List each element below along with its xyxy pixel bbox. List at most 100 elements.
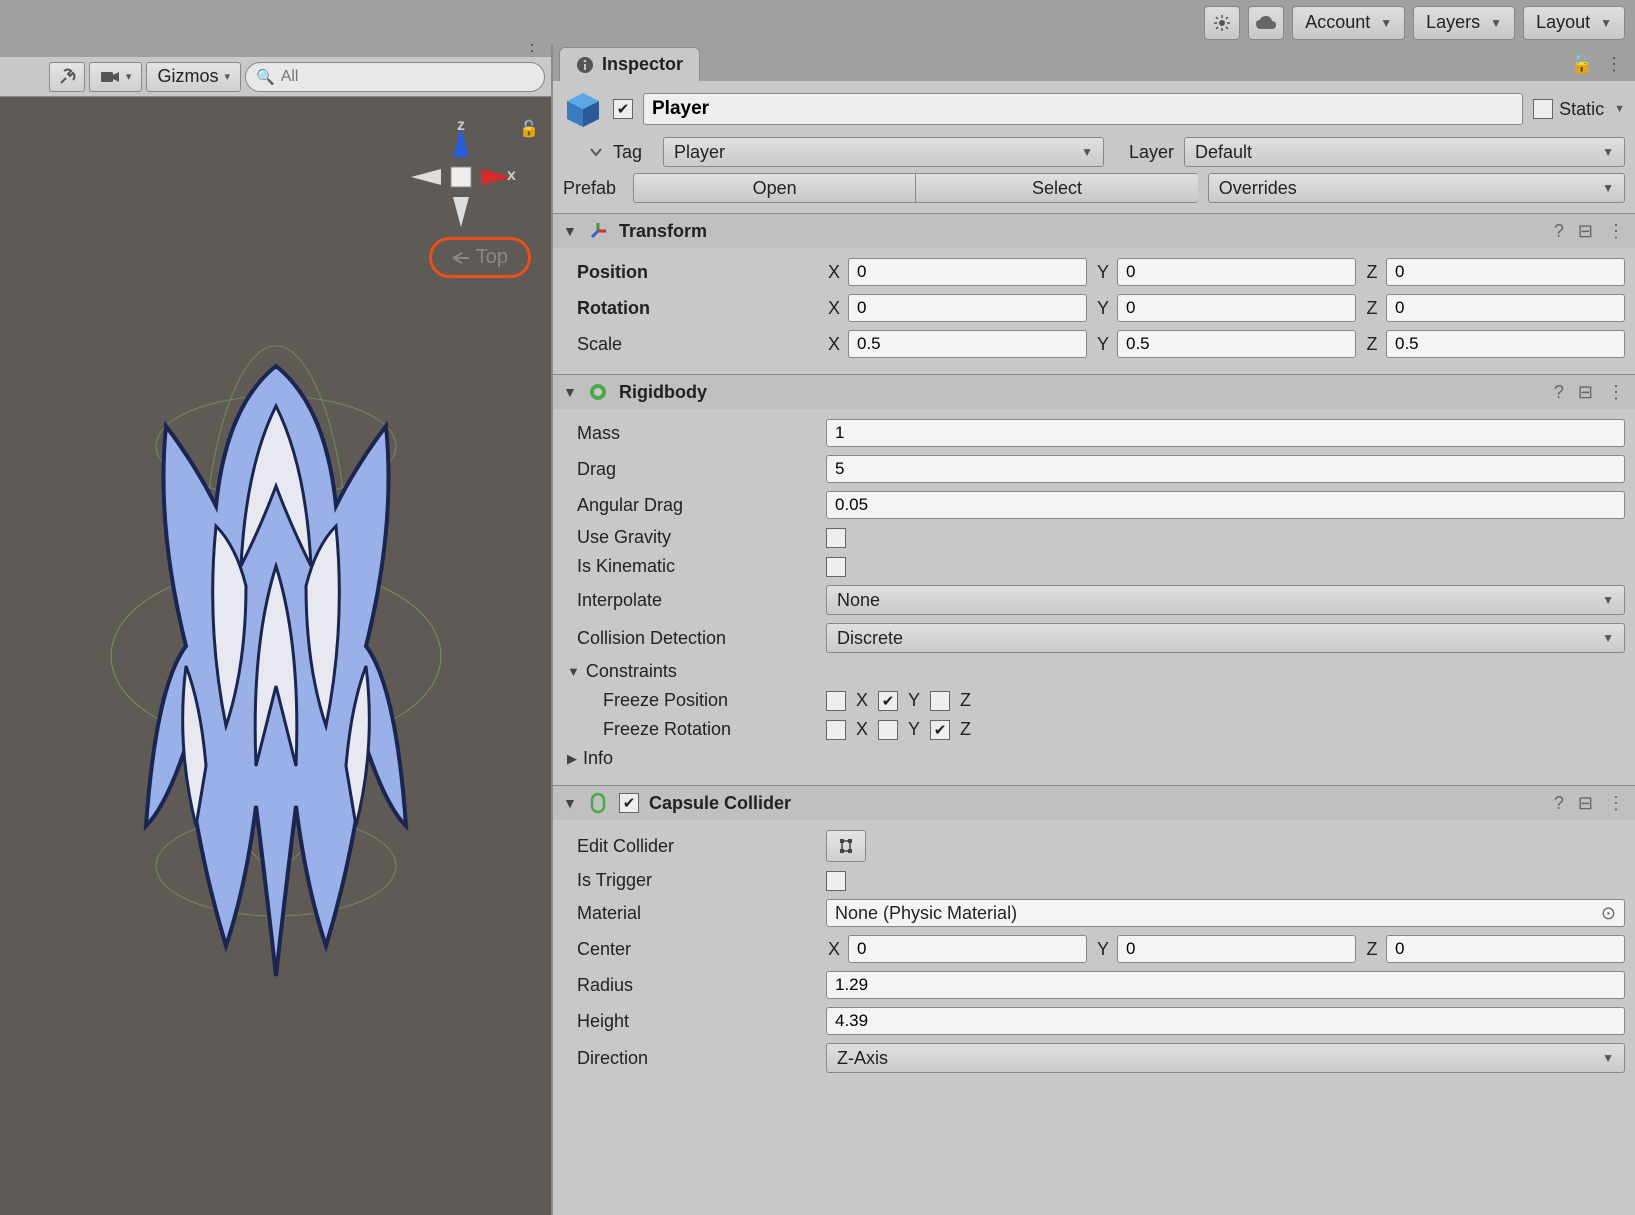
angular-drag-field[interactable] bbox=[826, 491, 1625, 519]
layers-label: Layers bbox=[1426, 12, 1480, 33]
gameobject-active-checkbox[interactable]: ✔ bbox=[613, 99, 633, 119]
layout-dropdown[interactable]: Layout▼ bbox=[1523, 6, 1625, 40]
is-trigger-checkbox[interactable] bbox=[826, 871, 846, 891]
mass-field[interactable] bbox=[826, 419, 1625, 447]
interpolate-dropdown[interactable]: None▼ bbox=[826, 585, 1625, 615]
edit-collider-button[interactable] bbox=[826, 830, 866, 862]
preset-icon[interactable]: ⊟ bbox=[1578, 221, 1593, 242]
light-settings-button[interactable] bbox=[1204, 6, 1240, 40]
transform-title: Transform bbox=[619, 221, 1544, 242]
menu-icon[interactable]: ⋮ bbox=[1607, 382, 1625, 403]
scene-viewport[interactable]: 🔓 z x Top bbox=[0, 97, 551, 1215]
rigidbody-header[interactable]: ▼ Rigidbody ?⊟⋮ bbox=[553, 375, 1635, 409]
drag-label: Drag bbox=[563, 459, 818, 480]
info-label: Info bbox=[583, 748, 613, 769]
panel-menu-icon[interactable]: ⋮ bbox=[1605, 54, 1623, 75]
cloud-button[interactable] bbox=[1248, 6, 1284, 40]
position-y-field[interactable] bbox=[1117, 258, 1356, 286]
layer-value: Default bbox=[1195, 142, 1252, 163]
center-x-field[interactable] bbox=[848, 935, 1087, 963]
freeze-rot-z-checkbox[interactable]: ✔ bbox=[930, 720, 950, 740]
info-foldout[interactable]: ▶Info bbox=[563, 744, 1625, 773]
freeze-pos-y-checkbox[interactable]: ✔ bbox=[878, 691, 898, 711]
lock-icon[interactable]: 🔓 bbox=[519, 119, 539, 139]
scale-x-field[interactable] bbox=[848, 330, 1087, 358]
constraints-foldout[interactable]: ▼ Constraints bbox=[563, 657, 1625, 686]
rigidbody-icon bbox=[587, 381, 609, 403]
layer-dropdown[interactable]: Default ▼ bbox=[1184, 137, 1625, 167]
material-object-field[interactable]: None (Physic Material)⊙ bbox=[826, 899, 1625, 927]
object-picker-icon[interactable]: ⊙ bbox=[1601, 903, 1616, 924]
height-field[interactable] bbox=[826, 1007, 1625, 1035]
center-y-field[interactable] bbox=[1117, 935, 1356, 963]
chevron-down-icon: ▼ bbox=[1602, 181, 1614, 195]
gizmos-label: Gizmos bbox=[157, 66, 218, 87]
center-z-field[interactable] bbox=[1386, 935, 1625, 963]
freeze-pos-z-checkbox[interactable] bbox=[930, 691, 950, 711]
layers-dropdown[interactable]: Layers ▼ bbox=[1413, 6, 1515, 40]
drag-field[interactable] bbox=[826, 455, 1625, 483]
collision-detection-label: Collision Detection bbox=[563, 628, 818, 649]
scene-search-input[interactable] bbox=[281, 68, 534, 86]
transform-component: ▼ Transform ?⊟⋮ Position X Y Z Rotation bbox=[553, 213, 1635, 374]
center-label: Center bbox=[563, 939, 818, 960]
use-gravity-label: Use Gravity bbox=[563, 527, 818, 548]
search-icon: 🔍 bbox=[256, 68, 275, 86]
help-icon[interactable]: ? bbox=[1554, 221, 1564, 242]
position-z-field[interactable] bbox=[1386, 258, 1625, 286]
capsule-collider-enabled-checkbox[interactable]: ✔ bbox=[619, 793, 639, 813]
chevron-down-icon: ▼ bbox=[1600, 16, 1612, 30]
help-icon[interactable]: ? bbox=[1554, 793, 1564, 814]
help-icon[interactable]: ? bbox=[1554, 382, 1564, 403]
preset-icon[interactable]: ⊟ bbox=[1578, 793, 1593, 814]
preset-icon[interactable]: ⊟ bbox=[1578, 382, 1593, 403]
rotation-z-field[interactable] bbox=[1386, 294, 1625, 322]
static-toggle[interactable]: Static ▼ bbox=[1533, 99, 1625, 120]
is-kinematic-label: Is Kinematic bbox=[563, 556, 818, 577]
chevron-down-icon: ▼ bbox=[1380, 16, 1392, 30]
prefab-select-button[interactable]: Select bbox=[916, 173, 1197, 203]
gameobject-name-field[interactable] bbox=[643, 93, 1523, 125]
menu-icon[interactable]: ⋮ bbox=[1607, 793, 1625, 814]
panel-menu-icon[interactable]: ⋮ bbox=[0, 45, 551, 57]
account-dropdown[interactable]: Account▼ bbox=[1292, 6, 1405, 40]
use-gravity-checkbox[interactable] bbox=[826, 528, 846, 548]
radius-field[interactable] bbox=[826, 971, 1625, 999]
chevron-down-icon[interactable] bbox=[589, 147, 603, 157]
gameobject-header: ✔ Static ▼ bbox=[553, 81, 1635, 137]
tag-dropdown[interactable]: Player▼ bbox=[663, 137, 1104, 167]
inspector-tab[interactable]: Inspector bbox=[559, 47, 700, 81]
foldout-icon: ▼ bbox=[567, 664, 580, 679]
player-ship-graphic bbox=[106, 326, 446, 986]
transform-header[interactable]: ▼ Transform ?⊟⋮ bbox=[553, 214, 1635, 248]
gizmos-dropdown[interactable]: Gizmos▾ bbox=[146, 62, 241, 92]
gameobject-cube-icon bbox=[563, 89, 603, 129]
camera-button[interactable]: ▾ bbox=[89, 62, 143, 92]
constraints-label: Constraints bbox=[586, 661, 677, 682]
inspector-tab-row: Inspector 🔓 ⋮ bbox=[553, 45, 1635, 81]
tools-button[interactable] bbox=[49, 62, 85, 92]
chevron-down-icon: ▼ bbox=[1602, 145, 1614, 159]
prefab-open-button[interactable]: Open bbox=[633, 173, 916, 203]
rotation-x-field[interactable] bbox=[848, 294, 1087, 322]
freeze-pos-x-checkbox[interactable] bbox=[826, 691, 846, 711]
prefab-overrides-dropdown[interactable]: Overrides▼ bbox=[1208, 173, 1625, 203]
scale-z-field[interactable] bbox=[1386, 330, 1625, 358]
capsule-collider-icon bbox=[587, 792, 609, 814]
scene-search[interactable]: 🔍 bbox=[245, 62, 545, 92]
static-checkbox[interactable] bbox=[1533, 99, 1553, 119]
lock-icon[interactable]: 🔓 bbox=[1571, 54, 1593, 75]
rotation-label: Rotation bbox=[563, 298, 818, 319]
freeze-rot-x-checkbox[interactable] bbox=[826, 720, 846, 740]
view-orientation-badge[interactable]: Top bbox=[429, 237, 531, 278]
is-kinematic-checkbox[interactable] bbox=[826, 557, 846, 577]
scale-y-field[interactable] bbox=[1117, 330, 1356, 358]
freeze-rot-y-checkbox[interactable] bbox=[878, 720, 898, 740]
capsule-collider-header[interactable]: ▼ ✔ Capsule Collider ?⊟⋮ bbox=[553, 786, 1635, 820]
chevron-down-icon: ▼ bbox=[1490, 16, 1502, 30]
position-x-field[interactable] bbox=[848, 258, 1087, 286]
rotation-y-field[interactable] bbox=[1117, 294, 1356, 322]
menu-icon[interactable]: ⋮ bbox=[1607, 221, 1625, 242]
direction-dropdown[interactable]: Z-Axis▼ bbox=[826, 1043, 1625, 1073]
collision-detection-dropdown[interactable]: Discrete▼ bbox=[826, 623, 1625, 653]
